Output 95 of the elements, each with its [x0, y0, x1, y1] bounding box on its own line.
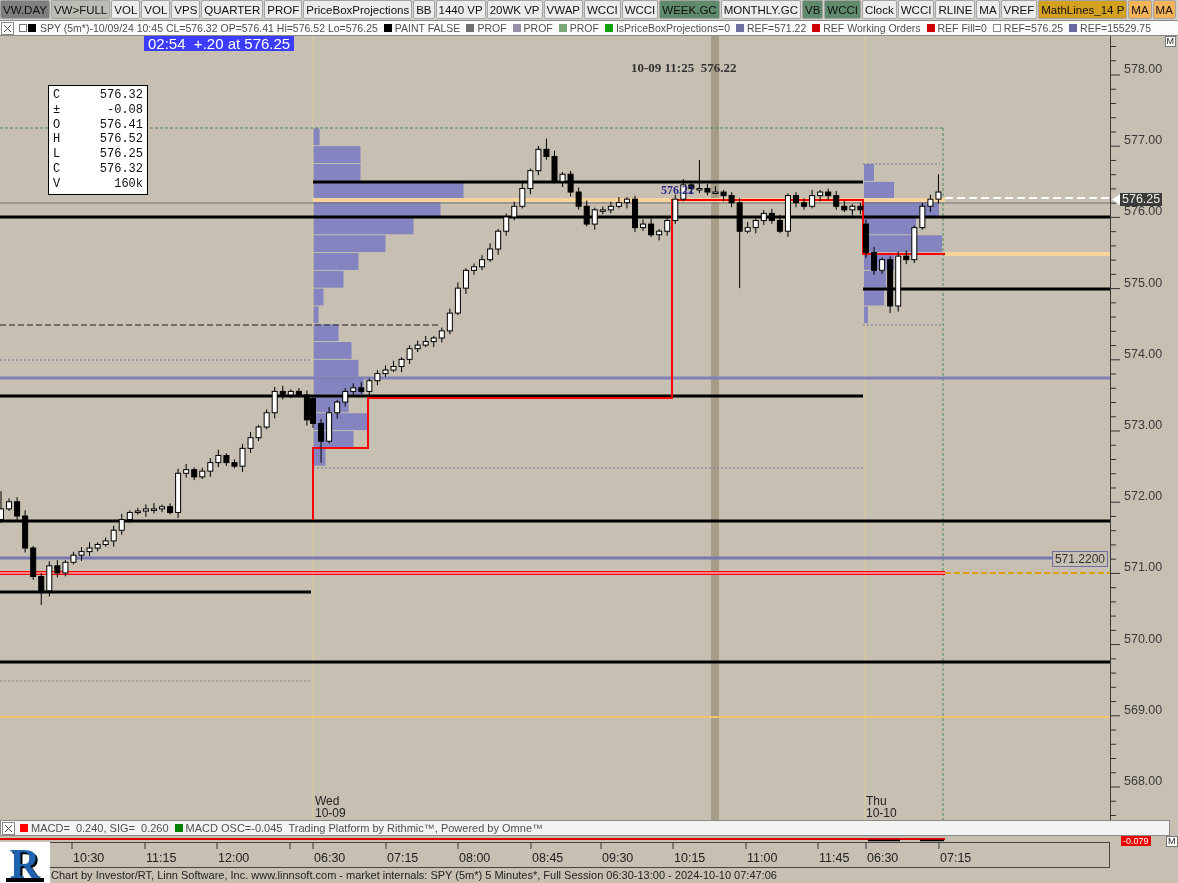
price-tag: 571.2200	[1051, 551, 1108, 567]
toolbar-button[interactable]: MathLines_14 P	[1038, 0, 1128, 19]
time-label: 07:15	[387, 851, 419, 866]
toolbar-button[interactable]: 20WK VP	[486, 0, 543, 19]
toolbar-button[interactable]: VOL	[111, 0, 141, 19]
axis-label: 578.00	[1124, 62, 1163, 76]
day-label: Wed	[315, 795, 341, 807]
data-value: 576.32	[98, 88, 143, 103]
axis-label: 571.00	[1124, 560, 1163, 575]
axis-label: 574.00	[1124, 346, 1163, 361]
day-label: Thu	[866, 795, 888, 807]
toolbar-button[interactable]: WCCI	[824, 0, 861, 19]
time-label: 10:30	[73, 851, 105, 866]
data-value: 160k	[113, 176, 143, 192]
logo: R	[0, 842, 50, 883]
data-label: ±	[53, 102, 61, 118]
toolbar-button[interactable]: PriceBoxProjections	[303, 0, 413, 19]
time-label: 11:15	[146, 851, 177, 866]
toolbar-button[interactable]: VW.DAY	[0, 0, 50, 19]
toolbar-button[interactable]: VPS	[171, 0, 201, 19]
toolbar-button[interactable]: WCCI	[621, 0, 659, 19]
toolbar-button[interactable]: MA	[1152, 0, 1176, 19]
time-label: 12:00	[218, 851, 250, 866]
indicator-value-tag: -0.079	[1121, 836, 1151, 846]
data-label: L	[53, 147, 61, 162]
legend-label: REF=15529.75	[1080, 22, 1151, 34]
legend-label: REF Working Orders	[823, 22, 921, 34]
time-label: 08:45	[532, 851, 564, 866]
chart-title: SPY (5m*)-10/09/24 10:45 CL=576.32 OP=576.41 Hi=576.52 Lo=576.25	[40, 22, 378, 34]
legend-label: IsPriceBoxProjections=0	[615, 22, 730, 34]
time-label: 11:45	[819, 851, 850, 866]
date-label: 10-10	[866, 807, 897, 819]
toolbar-button[interactable]: RLINE	[935, 0, 976, 19]
time-label: 07:15	[940, 851, 972, 866]
cursor-label: 10-09 11:25 576.22	[631, 60, 737, 76]
toolbar-button[interactable]: VW>FULL	[50, 0, 111, 19]
countdown-label: 02:54 +.20 at 576.25	[144, 36, 295, 51]
data-label: O	[53, 117, 61, 133]
close-icon[interactable]	[2, 821, 15, 835]
last-price-tag: 576.25	[1120, 193, 1163, 206]
footer-text: Chart by Investor/RT, Linn Software, Inc. www.linnsoft.com - market internals: SPY (5m*) 5 Minutes*, Full Session 06:30-13:00 - 2024-10-10 07:47:06	[50, 868, 778, 883]
toolbar-button[interactable]: BB	[413, 0, 435, 19]
data-value: 576.52	[98, 132, 143, 148]
legend-label: REF=571.22	[747, 22, 807, 34]
data-value: 576.25	[98, 147, 143, 162]
legend-label: PROF	[523, 22, 553, 34]
axis-label: 569.00	[1124, 702, 1163, 717]
time-label: 10:15	[674, 851, 706, 866]
data-label: V	[53, 176, 61, 192]
toolbar-button[interactable]: MA	[976, 0, 1000, 19]
legend-label: REF Fill=0	[937, 22, 987, 34]
mode-button[interactable]: M	[1166, 836, 1178, 847]
legend-label: PROF	[569, 22, 599, 34]
time-label: 06:30	[314, 851, 346, 866]
legend-label: PROF	[477, 22, 507, 34]
toolbar-button[interactable]: WEEK.GC	[659, 0, 720, 19]
axis-label: 570.00	[1124, 631, 1163, 646]
toolbar-button[interactable]: 1440 VP	[435, 0, 486, 19]
time-label: 11:00	[747, 851, 778, 866]
close-icon[interactable]	[1, 21, 14, 35]
axis-label: 576.00	[1124, 204, 1163, 219]
mode-button[interactable]: M	[1164, 36, 1176, 47]
data-label: H	[53, 132, 61, 148]
toolbar-button[interactable]: QUARTER	[201, 0, 264, 19]
toolbar-button[interactable]: VWAP	[543, 0, 583, 19]
toolbar-button[interactable]: WCCI	[897, 0, 935, 19]
toolbar-button[interactable]: WCCI	[584, 0, 621, 19]
axis-label: 572.00	[1124, 489, 1163, 504]
credit-text: Trading Platform by Rithmic™, Powered by Omne™	[288, 822, 543, 834]
triangle-marker-icon	[1112, 194, 1120, 205]
toolbar-button[interactable]: Clock	[862, 0, 897, 19]
toolbar-button[interactable]: PROF	[264, 0, 303, 19]
data-label: C	[53, 88, 61, 103]
data-value: 576.41	[98, 117, 143, 133]
toolbar-button[interactable]: MA	[1128, 0, 1152, 19]
toolbar-button[interactable]: VREF	[1000, 0, 1038, 19]
toolbar-button[interactable]: MONTHLY.GC	[720, 0, 801, 19]
toolbar-button[interactable]: VB	[802, 0, 824, 19]
data-label: C	[53, 162, 61, 177]
axis-label: 573.00	[1124, 418, 1163, 432]
data-value: 576.32	[98, 162, 143, 177]
time-label: 08:00	[459, 851, 491, 866]
axis-label: 568.00	[1124, 774, 1163, 788]
data-value: -0.08	[106, 102, 143, 118]
axis-label: 577.00	[1124, 133, 1163, 148]
legend-label: PAINT FALSE	[394, 22, 461, 34]
indicator-label: MACD= 0.240, SIG= 0.260	[31, 822, 169, 834]
toolbar-button[interactable]: VOL	[141, 0, 171, 19]
date-label: 10-09	[315, 807, 346, 819]
time-label: 09:30	[602, 851, 634, 866]
indicator-label: MACD OSC=-0.045	[185, 822, 283, 834]
legend-label: REF=576.25	[1003, 22, 1064, 34]
time-label: 06:30	[867, 851, 899, 866]
axis-label: 575.00	[1124, 275, 1163, 290]
color-swatch-icon	[19, 24, 36, 32]
